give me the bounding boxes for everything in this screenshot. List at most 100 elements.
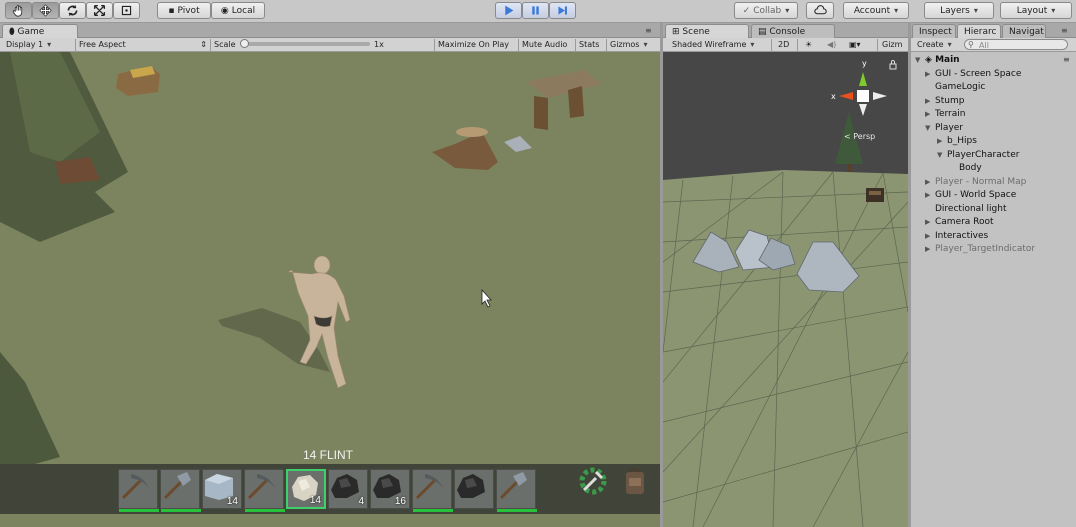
rotate-tool-button[interactable] bbox=[59, 2, 86, 19]
expand-arrow-icon[interactable]: ▶ bbox=[925, 176, 935, 189]
pause-icon bbox=[532, 6, 539, 15]
collab-dropdown[interactable]: ✓ Collab bbox=[734, 2, 798, 19]
tree-item-player[interactable]: ▼ Player bbox=[925, 122, 963, 135]
tree-item-terrain[interactable]: ▶ Terrain bbox=[925, 108, 965, 121]
collapse-arrow-icon[interactable]: ▼ bbox=[925, 122, 935, 135]
cloud-icon bbox=[813, 5, 827, 15]
tree-item-main[interactable]: ▼ ◈ Main bbox=[915, 54, 960, 67]
game-controller-icon: ⬮ bbox=[9, 27, 18, 37]
expand-arrow-icon[interactable]: ▶ bbox=[925, 108, 935, 121]
hotbar-slot-2[interactable] bbox=[160, 469, 201, 512]
tree-item-directional-light[interactable]: Directional light bbox=[925, 203, 1006, 216]
hotbar-slot-10[interactable] bbox=[496, 469, 537, 512]
display-dropdown[interactable]: Display 1 bbox=[6, 39, 72, 51]
rect-tool-button[interactable] bbox=[113, 2, 140, 19]
hotbar-slot-7[interactable]: 16 bbox=[370, 469, 410, 509]
tree-item-label: PlayerCharacter bbox=[947, 150, 1020, 160]
expand-arrow-icon[interactable]: ▶ bbox=[925, 189, 935, 202]
panel-menu-icon[interactable]: ≡ bbox=[1061, 25, 1068, 37]
play-button[interactable] bbox=[495, 2, 522, 19]
tree-item-b-hips[interactable]: ▶ b_Hips bbox=[937, 135, 977, 148]
game-view-toolbar: Display 1 Free Aspect ⇕ Scale 1x Maximize… bbox=[0, 38, 660, 52]
expand-arrow-icon[interactable]: ▶ bbox=[925, 230, 935, 243]
scene-menu-icon[interactable]: ≡ bbox=[1063, 54, 1070, 66]
scale-slider[interactable] bbox=[240, 39, 370, 48]
gizmos-dropdown[interactable]: Gizmos bbox=[610, 39, 648, 51]
tree-item-player-targetindicator[interactable]: ▶ Player_TargetIndicator bbox=[925, 243, 1035, 256]
tab-scene[interactable]: ⊞ Scene bbox=[665, 24, 749, 38]
hierarchy-search-input[interactable]: ⚲ All bbox=[964, 39, 1068, 50]
scale-icon bbox=[93, 4, 106, 17]
panel-menu-icon[interactable]: ≡ bbox=[645, 25, 652, 37]
lighting-icon[interactable]: ☀ bbox=[805, 39, 812, 51]
audio-icon[interactable]: ◀) bbox=[827, 39, 836, 51]
separator bbox=[771, 39, 772, 51]
backpack-icon[interactable] bbox=[618, 464, 652, 498]
hotbar-slot-6[interactable]: 4 bbox=[328, 469, 368, 509]
tab-console[interactable]: ▤ Console bbox=[751, 24, 835, 38]
hotbar-slot-4[interactable] bbox=[244, 469, 285, 512]
expand-arrow-icon[interactable]: ▼ bbox=[915, 54, 925, 67]
pickaxe-icon bbox=[121, 474, 149, 500]
tree-item-stump[interactable]: ▶ Stump bbox=[925, 95, 964, 108]
tab-game[interactable]: ⬮ Game bbox=[2, 24, 78, 38]
layout-dropdown[interactable]: Layout bbox=[1000, 2, 1072, 19]
pause-button[interactable] bbox=[522, 2, 549, 19]
scale-slider-thumb[interactable] bbox=[240, 39, 249, 48]
maximize-on-play-toggle[interactable]: Maximize On Play bbox=[438, 39, 509, 51]
tree-item-gui-world-space[interactable]: ▶ GUI - World Space bbox=[925, 189, 1016, 202]
hotbar-slot-5[interactable]: 14 bbox=[286, 469, 326, 509]
account-dropdown[interactable]: Account bbox=[843, 2, 909, 19]
globe-icon: ◉ bbox=[220, 5, 229, 16]
move-tool-button[interactable] bbox=[32, 2, 59, 19]
pivot-toggle[interactable]: ▪ Pivot bbox=[157, 2, 211, 19]
tree-item-label: Stump bbox=[935, 96, 965, 106]
tree-item-player-normal-map[interactable]: ▶ Player - Normal Map bbox=[925, 176, 1026, 189]
effects-icon[interactable]: ▣▾ bbox=[849, 39, 861, 51]
tab-hierarchy[interactable]: Hierarc bbox=[957, 24, 1001, 38]
mute-audio-toggle[interactable]: Mute Audio bbox=[522, 39, 567, 51]
scene-viewport[interactable]: y x < Persp bbox=[663, 52, 908, 527]
tree-item-label: GameLogic bbox=[935, 82, 986, 92]
tree-item-gamelogic[interactable]: GameLogic bbox=[925, 81, 985, 94]
expand-arrow-icon[interactable]: ▶ bbox=[925, 243, 935, 256]
hotbar-slot-8[interactable] bbox=[412, 469, 453, 512]
perspective-label[interactable]: < Persp bbox=[844, 132, 875, 141]
search-placeholder: All bbox=[979, 41, 989, 50]
scene-gizmos-dropdown[interactable]: Gizm bbox=[882, 39, 902, 51]
create-dropdown[interactable]: Create bbox=[917, 39, 952, 51]
tree-item-interactives[interactable]: ▶ Interactives bbox=[925, 230, 988, 243]
tab-navigation[interactable]: Navigat bbox=[1002, 24, 1046, 38]
scale-tool-button[interactable] bbox=[86, 2, 113, 19]
hotbar-slot-3[interactable]: 14 bbox=[202, 469, 242, 509]
local-toggle[interactable]: ◉ Local bbox=[211, 2, 265, 19]
tree-item-camera-root[interactable]: ▶ Camera Root bbox=[925, 216, 994, 229]
hotbar-slot-9[interactable] bbox=[454, 469, 494, 509]
tree-item-gui-screen-space[interactable]: ▶ GUI - Screen Space bbox=[925, 68, 1021, 81]
separator bbox=[877, 39, 878, 51]
expand-arrow-icon[interactable]: ▶ bbox=[925, 216, 935, 229]
shading-mode-dropdown[interactable]: Shaded Wireframe bbox=[672, 39, 768, 51]
collapse-arrow-icon[interactable]: ▼ bbox=[937, 149, 947, 162]
step-button[interactable] bbox=[549, 2, 576, 19]
hotbar-slot-1[interactable] bbox=[118, 469, 159, 512]
game-viewport[interactable]: 14 FLINT 14 14 4 16 bbox=[0, 52, 660, 527]
expand-arrow-icon[interactable]: ▶ bbox=[925, 68, 935, 81]
gizmos-label: Gizmos bbox=[610, 40, 640, 49]
tab-inspector[interactable]: Inspect bbox=[912, 24, 956, 38]
pivot-label: Pivot bbox=[177, 5, 200, 16]
stats-toggle[interactable]: Stats bbox=[579, 39, 599, 51]
mode-2d-toggle[interactable]: 2D bbox=[778, 39, 789, 51]
tree-item-body[interactable]: Body bbox=[949, 162, 982, 175]
expand-arrow-icon[interactable]: ▶ bbox=[925, 95, 935, 108]
item-count: 14 bbox=[309, 495, 321, 506]
hand-tool-button[interactable] bbox=[5, 2, 32, 19]
unity-scene-icon: ◈ bbox=[925, 55, 936, 65]
tree-item-label: Main bbox=[935, 55, 960, 65]
expand-arrow-icon[interactable]: ▶ bbox=[937, 135, 947, 148]
tree-item-playercharacter[interactable]: ▼ PlayerCharacter bbox=[937, 149, 1019, 162]
aspect-dropdown[interactable]: Free Aspect ⇕ bbox=[79, 39, 207, 51]
cloud-button[interactable] bbox=[806, 2, 834, 19]
layers-dropdown[interactable]: Layers bbox=[924, 2, 994, 19]
crafting-settings-icon[interactable] bbox=[576, 464, 610, 498]
